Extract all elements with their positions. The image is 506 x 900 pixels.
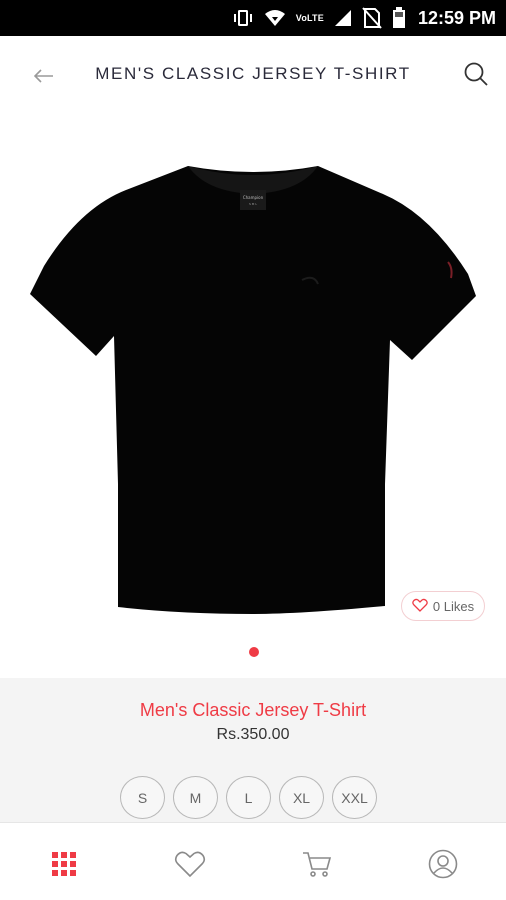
size-option-xxl[interactable]: XXL — [332, 776, 377, 819]
grid-menu-icon[interactable] — [47, 847, 81, 881]
search-icon[interactable] — [460, 58, 492, 90]
page-title: MEN'S CLASSIC JERSEY T-SHIRT — [95, 64, 411, 83]
profile-icon[interactable] — [426, 847, 460, 881]
wishlist-heart-icon[interactable] — [173, 847, 207, 881]
vibrate-icon — [232, 9, 254, 27]
size-option-m[interactable]: M — [173, 776, 218, 819]
svg-text:Champion: Champion — [243, 195, 264, 200]
likes-button[interactable]: 0 Likes — [401, 591, 485, 621]
no-sim-icon — [362, 7, 382, 29]
carousel-indicator[interactable] — [249, 647, 259, 657]
status-bar: VoLTE 12:59 PM — [0, 0, 506, 36]
cart-icon[interactable] — [300, 847, 334, 881]
svg-text:S M L: S M L — [249, 202, 257, 206]
product-info: Men's Classic Jersey T-Shirt Rs.350.00 S… — [0, 678, 506, 824]
size-option-xl[interactable]: XL — [279, 776, 324, 819]
likes-count: 0 Likes — [432, 598, 475, 614]
size-option-s[interactable]: S — [120, 776, 165, 819]
signal-icon — [334, 9, 352, 27]
network-type-label: VoLTE — [295, 13, 324, 23]
status-time: 12:59 PM — [417, 7, 496, 28]
product-price: Rs.350.00 — [216, 726, 290, 743]
product-name: Men's Classic Jersey T-Shirt — [139, 700, 367, 720]
app-bar: MEN'S CLASSIC JERSEY T-SHIRT — [0, 36, 506, 114]
wifi-icon — [264, 9, 286, 27]
product-image[interactable]: Champion S M L — [0, 114, 506, 639]
heart-icon — [412, 598, 428, 615]
bottom-nav — [0, 822, 506, 900]
battery-icon — [392, 7, 406, 29]
size-selector: S M L XL XXL — [120, 776, 377, 819]
size-option-l[interactable]: L — [226, 776, 271, 819]
